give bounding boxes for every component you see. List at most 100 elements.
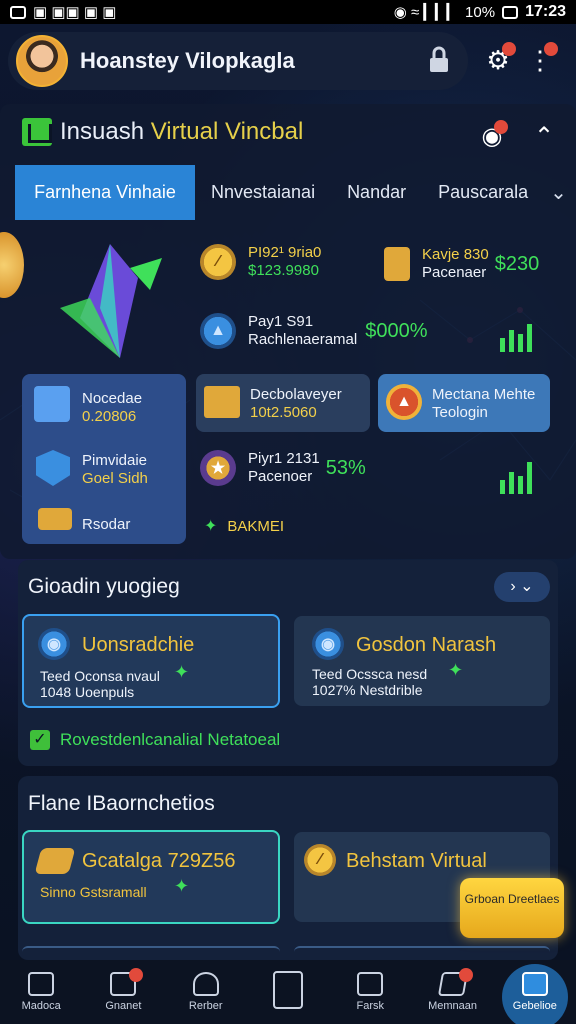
user-name: Hoanstey Vilopkagla xyxy=(80,48,295,73)
nav-memnaan[interactable]: Memnaan xyxy=(417,968,489,1012)
option-gcatalga-line1: Sinno Gstsramall xyxy=(40,884,147,900)
bottom-nav: Madoca Gnanet Rerber Farsk Memnaan Gebel… xyxy=(0,960,576,1024)
brand-name-accent: Virtual Vincbal xyxy=(150,118,304,145)
card-nocedae-value: 0.20806 xyxy=(82,408,137,425)
nav-farsk-label: Farsk xyxy=(356,1000,385,1012)
option-uonsradchie-line1: Teed Oconsa nvaul xyxy=(40,668,160,684)
crystal-arrow-icon xyxy=(60,244,162,358)
sparkle-icon-2: ✦ xyxy=(448,660,464,680)
brand-name-plain: Insuash xyxy=(60,118,145,145)
tab-nandar[interactable]: Nandar xyxy=(331,165,422,220)
stat-3[interactable]: ▲ Pay1 S91 Rachlenaeramal $000% xyxy=(200,313,428,349)
option-uonsradchie-title: Uonsradchie xyxy=(82,634,195,656)
cta-button[interactable]: Grboan Dreetlaes xyxy=(460,878,564,938)
notification-icon xyxy=(10,5,26,19)
checkbox-row[interactable]: ✓ Rovestdenlcanalial Netatoeal xyxy=(30,730,280,750)
stat-4-value: 53% xyxy=(325,456,366,479)
nav-farsk[interactable]: Farsk xyxy=(334,972,406,1012)
option-gcatalga[interactable]: Gcatalga 729Z56 Sinno Gstsramall ✦ xyxy=(22,830,280,924)
card-pimvidaie-title: Pimvidaie xyxy=(82,452,148,469)
section-gioadin-title: Gioadin yuogieg xyxy=(28,575,180,598)
stat-3-value: $000% xyxy=(365,319,428,342)
purple-coin-icon: ★ xyxy=(200,450,236,486)
sparkle-icon: ✦ xyxy=(174,662,190,682)
option-uonsradchie-line2: 1048 Uoenpuls xyxy=(40,684,135,700)
nav-rerber[interactable]: Rerber xyxy=(170,972,242,1012)
globe-icon-2: ◉ xyxy=(312,628,344,660)
globe-icon: ◉ xyxy=(38,628,70,660)
collapse-chevron-icon[interactable]: ⌃ xyxy=(524,116,564,156)
stat-2[interactable]: Kavje 830 Pacenaer $230 xyxy=(384,246,539,282)
medal-icon: ▲ xyxy=(386,384,422,420)
bar-growth-icon-2 xyxy=(500,462,532,494)
next-card-peek-2 xyxy=(294,946,550,960)
menu-badge xyxy=(544,42,558,56)
nav-book[interactable] xyxy=(252,971,324,1013)
card-mectana[interactable]: ▲ Mectana Mehte Teologin xyxy=(378,374,550,432)
nav-home-label: Madoca xyxy=(21,1000,61,1012)
card-nocedae[interactable]: Nocedae 0.20806 Pimvidaie Goel Sidh Rsod… xyxy=(22,374,186,544)
stat-2-sub: Pacenaer xyxy=(422,264,487,281)
option-behstam-title: Behstam Virtual xyxy=(346,850,487,872)
coins-stack-icon xyxy=(34,848,76,874)
nav-home[interactable]: Madoca xyxy=(5,972,77,1012)
gold-bars-icon xyxy=(204,386,240,418)
status-left-text: ▣ ▣▣ ▣ ▣ xyxy=(33,4,117,21)
stat-4-text: Piyr1 2131 Pacenoer xyxy=(248,450,320,486)
next-card-peek xyxy=(22,946,280,960)
bar-growth-icon xyxy=(500,324,532,352)
sparkle-icon: ✦ xyxy=(204,518,218,535)
option-gosdon-title: Gosdon Narash xyxy=(356,634,497,656)
avatar-card-icon xyxy=(34,386,70,422)
shield-icon xyxy=(36,450,70,486)
status-icons-right: ◉ ≈ ▎▎▎ 10% 17:23 xyxy=(394,3,566,21)
nav-gebelioe[interactable]: Gebelioe xyxy=(499,964,571,1024)
option-gosdon-line1: Teed Ocssca nesd xyxy=(312,666,428,682)
clock: 17:23 xyxy=(525,3,566,20)
stat-5[interactable]: ✦ BAKMEI xyxy=(204,516,284,536)
stat-4-sub: Pacenoer xyxy=(248,468,313,485)
stat-4[interactable]: ★ Piyr1 2131 Pacenoer 53% xyxy=(200,450,366,486)
nav-gnanet[interactable]: Gnanet xyxy=(87,968,159,1012)
card-decbolaveyer-value: 10t2.5060 xyxy=(250,404,317,421)
brand-logo-icon xyxy=(22,118,52,146)
option-gosdon[interactable]: ◉ Gosdon Narash Teed Ocssca nesd 1027% N… xyxy=(294,616,550,706)
profile-header[interactable]: Hoanstey Vilopkagla xyxy=(8,32,468,90)
tab-nnvestaianai[interactable]: Nnvestaianai xyxy=(195,165,331,220)
section-toggle-button[interactable]: › ⌄ xyxy=(494,572,550,602)
stat-1-text: PI92¹ 9ria0 $123.9980 xyxy=(248,244,321,280)
person-icon xyxy=(192,972,219,996)
wallet-icon xyxy=(38,508,72,530)
settings-gear-icon[interactable]: ⚙ xyxy=(478,40,518,80)
stat-1-label: PI92¹ 9ria0 xyxy=(248,244,322,261)
avatar[interactable] xyxy=(16,35,68,87)
stat-3-text: Pay1 S91 Rachlenaeramal xyxy=(248,313,357,349)
blue-coin-icon: ▲ xyxy=(200,313,236,349)
option-gosdon-line2: 1027% Nestdrible xyxy=(312,682,423,698)
home-icon xyxy=(28,972,55,996)
status-icons-left: ▣ ▣▣ ▣ ▣ xyxy=(10,3,116,21)
stat-4-label: Piyr1 2131 xyxy=(248,450,320,467)
card-rsodar-title: Rsodar xyxy=(82,516,131,533)
card-decbolaveyer[interactable]: Decbolaveyer 10t2.5060 xyxy=(196,374,370,432)
battery-level: 10% xyxy=(465,3,496,21)
stat-2-value: $230 xyxy=(494,252,540,275)
tab-farnhena[interactable]: Farnhena Vinhaie xyxy=(15,165,195,220)
app-icon xyxy=(521,972,548,996)
checkbox-checked-icon[interactable]: ✓ xyxy=(30,730,50,750)
card-pimvidaie-value: Goel Sidh xyxy=(82,470,148,487)
more-menu-icon[interactable]: ⋮ xyxy=(520,40,560,80)
gold-coin-icon: ⁄ xyxy=(200,244,236,280)
tab-pauscarala[interactable]: Pauscarala xyxy=(422,165,544,220)
chevron-down-icon[interactable]: ⌄ xyxy=(550,180,567,205)
card-nocedae-title: Nocedae xyxy=(82,390,143,407)
coins-icon[interactable]: ◉ xyxy=(472,116,512,156)
section-flane-title: Flane IBaornchetios xyxy=(28,792,215,815)
memnaan-badge xyxy=(458,968,473,982)
stat-1[interactable]: ⁄ PI92¹ 9ria0 $123.9980 xyxy=(200,244,321,280)
lock-icon[interactable] xyxy=(428,46,450,74)
tab-bar: Farnhena Vinhaie Nnvestaianai Nandar Pau… xyxy=(15,165,576,220)
card-decbolaveyer-title: Decbolaveyer xyxy=(250,386,342,403)
option-uonsradchie[interactable]: ◉ Uonsradchie Teed Oconsa nvaul 1048 Uoe… xyxy=(22,614,280,708)
card-mectana-text: Mectana Mehte Teologin xyxy=(432,386,535,422)
